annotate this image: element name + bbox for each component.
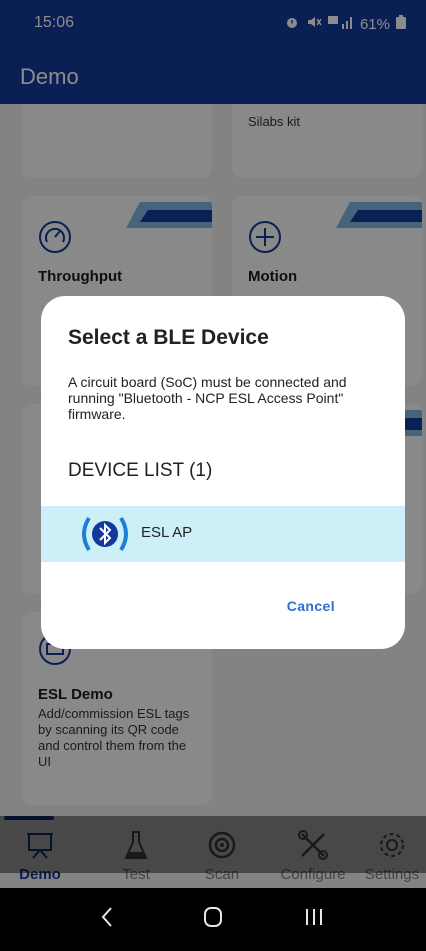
device-name: ESL AP	[141, 524, 193, 541]
device-list-item[interactable]: ESL AP	[41, 506, 405, 562]
dialog-title: Select a BLE Device	[68, 326, 269, 349]
bluetooth-icon	[82, 516, 128, 552]
device-list-title: DEVICE LIST (1)	[68, 460, 213, 481]
home-icon[interactable]	[203, 906, 223, 934]
back-icon[interactable]	[100, 906, 114, 934]
dialog-message: A circuit board (SoC) must be connected …	[68, 374, 347, 422]
cancel-button[interactable]: Cancel	[287, 598, 335, 614]
system-navigation-bar	[0, 888, 426, 951]
recents-icon[interactable]	[303, 906, 325, 934]
select-device-dialog: Select a BLE Device A circuit board (SoC…	[41, 296, 405, 649]
